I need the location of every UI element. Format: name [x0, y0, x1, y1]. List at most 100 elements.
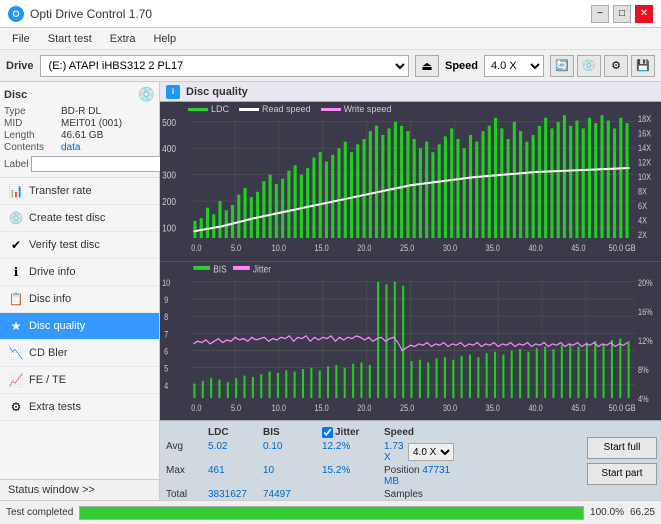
right-panel: i Disc quality LDC Read speed [160, 82, 661, 500]
svg-text:20.0: 20.0 [357, 242, 372, 253]
maximize-button[interactable]: □ [613, 5, 631, 23]
svg-text:45.0: 45.0 [571, 242, 586, 253]
speed-select[interactable]: 4.0 X [484, 55, 544, 77]
progress-fill [80, 507, 583, 519]
disc-label-label: Label [4, 159, 28, 170]
avg-label: Avg [166, 441, 208, 463]
disc-read-button[interactable]: 💿 [577, 55, 601, 77]
chart-top-legend: LDC Read speed Write speed [188, 104, 633, 114]
start-full-button[interactable]: Start full [587, 437, 657, 459]
nav-cd-bler[interactable]: 📉 CD Bler [0, 340, 159, 367]
total-bis: 74497 [263, 489, 308, 500]
svg-text:200: 200 [162, 196, 176, 208]
status-window-button[interactable]: Status window >> [0, 479, 159, 500]
svg-text:100: 100 [162, 223, 176, 235]
title-bar: O Opti Drive Control 1.70 − □ ✕ [0, 0, 661, 28]
write-speed-color [321, 108, 341, 111]
nav-disc-info[interactable]: 📋 Disc info [0, 286, 159, 313]
disc-contents-label: Contents [4, 142, 58, 153]
empty8 [308, 489, 322, 500]
svg-text:40.0: 40.0 [528, 242, 543, 253]
position-label: Position [384, 465, 420, 476]
menu-extra[interactable]: Extra [102, 31, 144, 47]
minimize-button[interactable]: − [591, 5, 609, 23]
svg-text:300: 300 [162, 170, 176, 182]
menu-file[interactable]: File [4, 31, 38, 47]
transfer-rate-icon: 📊 [8, 183, 24, 199]
svg-text:Jitter: Jitter [253, 263, 272, 275]
col-speed: Speed [384, 427, 454, 438]
nav-fe-te[interactable]: 📈 FE / TE [0, 367, 159, 394]
svg-text:25.0: 25.0 [400, 402, 415, 413]
drive-info-icon: ℹ [8, 264, 24, 280]
fe-te-icon: 📈 [8, 372, 24, 388]
svg-text:12X: 12X [638, 157, 651, 168]
drive-label: Drive [6, 60, 34, 72]
svg-text:BIS: BIS [213, 263, 226, 275]
disc-type-value: BD-R DL [61, 106, 101, 117]
col-bis: BIS [263, 427, 308, 438]
svg-text:7: 7 [164, 328, 168, 339]
jitter-checkbox[interactable] [322, 427, 333, 438]
close-button[interactable]: ✕ [635, 5, 653, 23]
nav-fe-te-label: FE / TE [29, 374, 66, 386]
svg-text:18X: 18X [638, 113, 651, 124]
progress-label: Test completed [6, 507, 73, 518]
speed-select-stats[interactable]: 4.0 X [408, 443, 454, 461]
total-ldc: 3831627 [208, 489, 263, 500]
total-label: Total [166, 489, 208, 500]
progress-speed: 66.25 [630, 507, 655, 518]
avg-jitter: 12.2% [322, 441, 384, 463]
read-speed-color [239, 108, 259, 111]
start-part-button[interactable]: Start part [587, 463, 657, 485]
menu-start-test[interactable]: Start test [40, 31, 100, 47]
legend-read-speed-label: Read speed [262, 104, 311, 114]
disc-header: Disc 💿 [4, 86, 155, 103]
speed-value: 1.73 X [384, 441, 405, 463]
svg-text:4X: 4X [638, 215, 647, 226]
legend-write-speed-label: Write speed [344, 104, 392, 114]
nav-disc-quality[interactable]: ★ Disc quality [0, 313, 159, 340]
legend-write-speed: Write speed [321, 104, 392, 114]
save-button[interactable]: 💾 [631, 55, 655, 77]
svg-text:35.0: 35.0 [486, 242, 501, 253]
svg-text:6: 6 [164, 345, 168, 356]
nav-drive-info[interactable]: ℹ Drive info [0, 259, 159, 286]
eject-button[interactable]: ⏏ [415, 55, 439, 77]
svg-text:40.0: 40.0 [528, 402, 543, 413]
nav-create-test-disc[interactable]: 💿 Create test disc [0, 205, 159, 232]
nav-verify-test-disc[interactable]: ✔ Verify test disc [0, 232, 159, 259]
cd-bler-icon: 📉 [8, 345, 24, 361]
status-window-label: Status window >> [8, 484, 95, 496]
max-ldc: 461 [208, 465, 263, 487]
disc-label-input[interactable] [31, 156, 169, 172]
nav-transfer-rate[interactable]: 📊 Transfer rate [0, 178, 159, 205]
svg-text:16%: 16% [638, 305, 653, 316]
samples-label: Samples [384, 489, 423, 500]
svg-text:5.0: 5.0 [231, 402, 241, 413]
drive-select[interactable]: (E:) ATAPI iHBS312 2 PL17 [40, 55, 409, 77]
empty7 [454, 465, 534, 487]
svg-text:15.0: 15.0 [314, 402, 329, 413]
app-icon: O [8, 6, 24, 22]
nav-extra-tests[interactable]: ⚙ Extra tests [0, 394, 159, 421]
refresh-button[interactable]: 🔄 [550, 55, 574, 77]
svg-text:10.0: 10.0 [272, 242, 287, 253]
stats-header-row: LDC BIS Jitter Speed [166, 425, 577, 440]
drive-bar: Drive (E:) ATAPI iHBS312 2 PL17 ⏏ Speed … [0, 50, 661, 82]
settings-button[interactable]: ⚙ [604, 55, 628, 77]
nav-extra-tests-label: Extra tests [29, 401, 81, 413]
empty4 [308, 441, 322, 463]
stats-avg-row: Avg 5.02 0.10 12.2% 1.73 X 4.0 X [166, 440, 577, 464]
menu-help[interactable]: Help [145, 31, 184, 47]
nav-verify-test-disc-label: Verify test disc [29, 239, 100, 251]
stats-max-row: Max 461 10 15.2% Position 47731 MB [166, 464, 577, 488]
disc-title: Disc [4, 89, 27, 101]
right-controls: Start full Start part [583, 421, 661, 500]
svg-text:50.0 GB: 50.0 GB [609, 242, 636, 253]
col-ldc: LDC [208, 427, 263, 438]
empty9 [322, 489, 384, 500]
disc-contents-value: data [61, 142, 80, 153]
disc-quality-icon: i [166, 85, 180, 99]
empty6 [308, 465, 322, 487]
